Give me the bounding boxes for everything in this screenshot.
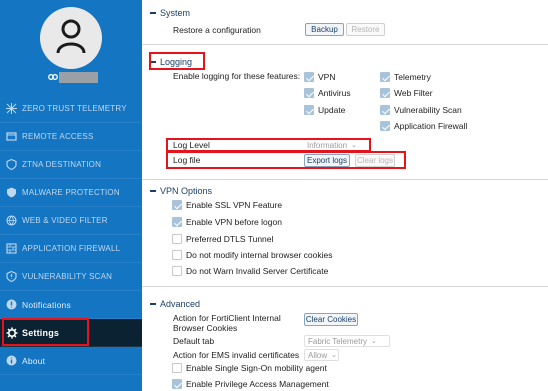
web-filter-icon [6,215,17,226]
checkbox-dtls-tunnel[interactable] [172,234,182,244]
user-icon [56,19,86,54]
checkbox-log-vuln-scan[interactable] [380,105,390,115]
dropdown-value: Allow [308,350,328,360]
sidebar-item-about[interactable]: About [0,347,142,375]
remote-access-icon [6,132,17,141]
checkbox-log-antivirus[interactable] [304,88,314,98]
ems-cert-dropdown[interactable]: Allow ⌄ [304,349,339,361]
collapse-icon [150,12,156,14]
sidebar-item-app-firewall[interactable]: APPLICATION FIREWALL [0,235,142,263]
restore-config-label: Restore a configuration [173,25,261,35]
checkbox-label: Web Filter [394,88,433,98]
sidebar-item-notifications[interactable]: Notifications [0,291,142,319]
divider [142,179,548,180]
checkbox-sso-mobility[interactable] [172,363,182,373]
checkbox-label: Antivirus [318,88,351,98]
highlight-box-settings [2,318,89,346]
section-advanced-header[interactable]: Advanced [150,299,200,309]
sidebar-item-label: VULNERABILITY SCAN [22,272,113,281]
sidebar-item-web-filter[interactable]: WEB & VIDEO FILTER [0,207,142,235]
section-vpn-header[interactable]: VPN Options [150,186,212,196]
checkbox-label: Vulnerability Scan [394,105,462,115]
sidebar-item-zero-trust[interactable]: ZERO TRUST TELEMETRY [0,95,142,123]
checkbox-label: VPN [318,72,336,82]
sidebar-item-vuln-scan[interactable]: VULNERABILITY SCAN [0,263,142,291]
checkbox-ssl-vpn[interactable] [172,200,182,210]
checkbox-invalid-cert[interactable] [172,266,182,276]
cookies-action-label: Action for FortiClient Internal [173,313,281,323]
checkbox-label: Do not Warn Invalid Server Certificate [186,266,329,276]
sidebar-item-label: MALWARE PROTECTION [22,188,120,197]
sidebar-item-label: ZERO TRUST TELEMETRY [22,104,127,113]
highlight-box-log-level [166,138,371,152]
sidebar-item-label: About [22,355,46,366]
checkbox-browser-cookies[interactable] [172,250,182,260]
checkbox-log-web-filter[interactable] [380,88,390,98]
checkbox-log-vpn[interactable] [304,72,314,82]
dropdown-value: Fabric Telemetry [308,336,367,346]
avatar[interactable] [40,7,102,69]
checkbox-log-update[interactable] [304,105,314,115]
default-tab-label: Default tab [173,336,215,346]
sidebar-item-ztna[interactable]: ZTNA DESTINATION [0,151,142,179]
notification-icon [6,299,17,310]
link-icon [48,74,58,80]
malware-icon [7,187,16,198]
section-title: Advanced [160,299,201,309]
checkbox-label: Enable Single Sign-On mobility agent [186,363,327,373]
sidebar-item-malware[interactable]: MALWARE PROTECTION [0,179,142,207]
username-redacted [59,72,98,83]
ems-cert-label: Action for EMS invalid certificates [173,350,300,360]
divider [142,286,548,287]
info-icon [6,355,17,366]
chevron-down-icon: ⌄ [331,352,337,359]
cookies-action-label-2: Browser Cookies [173,323,238,333]
checkbox-label: Telemetry [394,72,431,82]
settings-panel: System Restore a configuration Backup Re… [142,0,548,391]
ztna-icon [6,159,17,170]
vuln-scan-icon [6,271,17,282]
collapse-icon [150,303,156,305]
sidebar-item-label: WEB & VIDEO FILTER [22,216,108,225]
divider [142,44,548,45]
checkbox-label: Preferred DTLS Tunnel [186,234,274,244]
checkbox-label: Update [318,105,346,115]
highlight-box-logging [149,52,205,70]
checkbox-log-telemetry[interactable] [380,72,390,82]
checkbox-label: Enable SSL VPN Feature [186,200,283,210]
clear-cookies-button[interactable]: Clear Cookies [304,313,358,326]
checkbox-vpn-before-logon[interactable] [172,217,182,227]
chevron-down-icon: ⌄ [370,338,377,345]
sidebar-item-label: ZTNA DESTINATION [22,160,102,169]
sidebar-item-label: Notifications [22,299,71,310]
app-firewall-icon [6,243,17,254]
restore-button[interactable]: Restore [346,23,385,36]
sidebar-item-label: APPLICATION FIREWALL [22,244,121,253]
section-system-header[interactable]: System [150,8,190,18]
checkbox-label: Application Firewall [394,121,468,131]
backup-button[interactable]: Backup [305,23,344,36]
checkbox-privilege-access[interactable] [172,379,182,389]
sidebar: ZERO TRUST TELEMETRY REMOTE ACCESS ZTNA … [0,0,142,391]
section-title: System [160,8,191,18]
checkbox-label: Enable VPN before logon [186,217,282,227]
checkbox-label: Enable Privilege Access Management [186,379,329,389]
highlight-box-log-file [166,151,406,169]
zero-trust-icon [6,103,17,114]
sidebar-item-remote-access[interactable]: REMOTE ACCESS [0,123,142,151]
collapse-icon [150,190,156,192]
checkbox-log-app-firewall[interactable] [380,121,390,131]
default-tab-dropdown[interactable]: Fabric Telemetry ⌄ [304,335,390,347]
checkbox-label: Do not modify internal browser cookies [186,250,333,260]
sidebar-item-label: REMOTE ACCESS [22,132,94,141]
section-title: VPN Options [160,186,213,196]
enable-logging-label: Enable logging for these features: [173,71,301,81]
